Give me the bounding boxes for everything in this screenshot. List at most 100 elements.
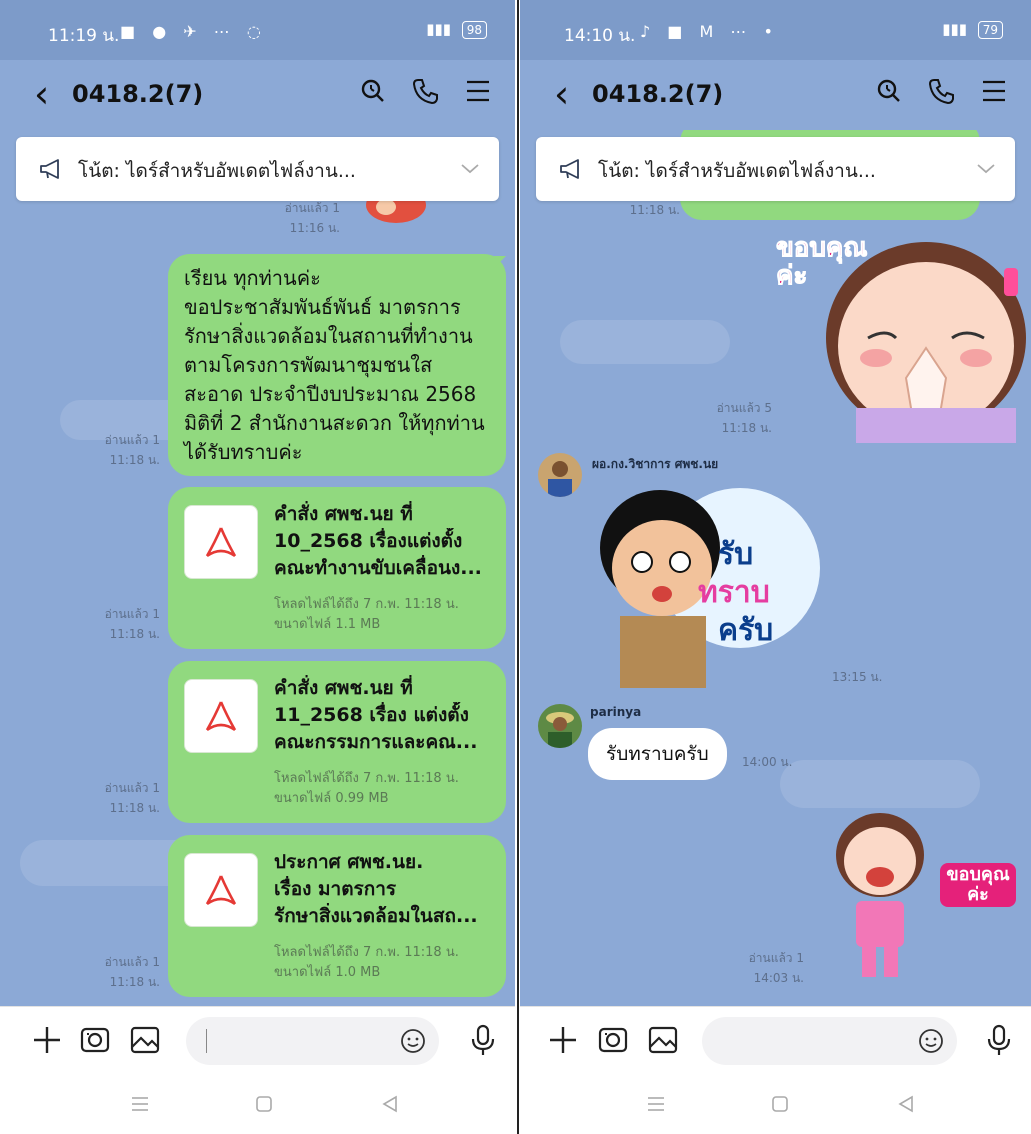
sticker-thank-you[interactable]: ขอบคุณค่ะ bbox=[776, 228, 1031, 443]
emoji-icon[interactable] bbox=[917, 1027, 945, 1055]
file-message[interactable]: คำสั่ง ศพช.นย ที่ 10_2568 เรื่องแต่งตั้ง… bbox=[168, 487, 506, 649]
camera-icon[interactable] bbox=[596, 1023, 630, 1057]
pdf-icon bbox=[184, 853, 258, 927]
message-meta: อ่านแล้ว 1 11:18 น. bbox=[60, 778, 160, 818]
emoji-icon[interactable] bbox=[399, 1027, 427, 1055]
battery-icon: 79 bbox=[977, 21, 1003, 39]
file-message[interactable]: ประกาศ ศพช.นย. เรื่อง มาตรการ รักษาสิ่งแ… bbox=[168, 835, 506, 997]
chevron-down-icon[interactable] bbox=[975, 157, 997, 179]
file-message[interactable]: คำสั่ง ศพช.นย ที่ 11_2568 เรื่อง แต่งตั้… bbox=[168, 661, 506, 823]
read-receipt: อ่านแล้ว 1 bbox=[104, 433, 160, 447]
message-time: 11:16 น. bbox=[289, 221, 340, 235]
pinned-note-text: โน้ต: ไดร์สำหรับอัพเดตไฟล์งาน... bbox=[598, 160, 876, 182]
sender-name: ผอ.กง.วิชาการ ศพช.นย bbox=[592, 457, 719, 471]
message-line: ขอประชาสัมพันธ์พันธ์ มาตรการ bbox=[184, 295, 461, 319]
message-time: 11:18 น. bbox=[721, 421, 772, 435]
search-icon[interactable] bbox=[358, 76, 388, 106]
image-icon[interactable] bbox=[646, 1023, 680, 1057]
file-download-deadline: โหลดไฟล์ได้ถึง 7 ก.พ. 11:18 น. bbox=[274, 771, 459, 786]
message-meta: อ่านแล้ว 5 11:18 น. bbox=[670, 398, 772, 438]
back-nav-icon[interactable] bbox=[894, 1092, 918, 1116]
pinned-note-text: โน้ต: ไดร์สำหรับอัพเดตไฟล์งาน... bbox=[78, 160, 356, 182]
avatar[interactable] bbox=[538, 704, 582, 748]
file-name-line: คำสั่ง ศพช.นย ที่ bbox=[274, 503, 413, 525]
home-icon[interactable] bbox=[252, 1092, 276, 1116]
battery-icon: 98 bbox=[461, 21, 487, 39]
message-time-partial: 11:18 น. bbox=[580, 200, 680, 220]
image-icon[interactable] bbox=[128, 1023, 162, 1057]
plus-icon[interactable] bbox=[30, 1023, 64, 1057]
phone-screen-left: 11:19 น. ■ ● ✈ ⋯ ◌ ▮▮▮ 98 ‹ 0418.2(7) โน… bbox=[0, 0, 515, 1134]
back-icon[interactable]: ‹ bbox=[554, 72, 569, 116]
camera-icon[interactable] bbox=[78, 1023, 112, 1057]
signal-battery: ▮▮▮ 98 bbox=[426, 20, 487, 39]
message-meta: อ่านแล้ว 1 14:03 น. bbox=[704, 948, 804, 988]
sticker-text: ขอบคุณค่ะ bbox=[776, 233, 868, 291]
message-time: 14:03 น. bbox=[753, 971, 804, 985]
pdf-icon bbox=[184, 679, 258, 753]
background-cloud bbox=[560, 320, 730, 364]
status-bar: 14:10 น. ♪ ■ M ⋯ • ▮▮▮ 79 bbox=[520, 0, 1031, 60]
chat-header: ‹ 0418.2(7) bbox=[0, 60, 515, 130]
status-time: 11:19 น. bbox=[48, 26, 120, 46]
system-nav-bar bbox=[520, 1074, 1031, 1134]
message-meta: อ่านแล้ว 1 11:16 น. bbox=[240, 198, 340, 238]
chat-header: ‹ 0418.2(7) bbox=[520, 60, 1031, 130]
status-time: 14:10 น. bbox=[564, 26, 636, 46]
status-bar: 11:19 น. ■ ● ✈ ⋯ ◌ ▮▮▮ 98 bbox=[0, 0, 515, 60]
file-info: โหลดไฟล์ได้ถึง 7 ก.พ. 11:18 น. ขนาดไฟล์ … bbox=[274, 595, 459, 635]
message-input-bar bbox=[0, 1006, 515, 1074]
phone-icon[interactable] bbox=[410, 76, 440, 106]
back-icon[interactable]: ‹ bbox=[34, 72, 49, 116]
message-time: 13:15 น. bbox=[832, 670, 883, 684]
message-line: ตามโครงการพัฒนาชุมชนใส bbox=[184, 353, 433, 377]
menu-icon[interactable] bbox=[979, 76, 1009, 106]
message-time: 11:18 น. bbox=[109, 453, 160, 467]
file-name-line: คำสั่ง ศพช.นย ที่ bbox=[274, 677, 413, 699]
sticker-acknowledge[interactable]: รับ ทราบ ครับ bbox=[590, 478, 830, 688]
recent-apps-icon[interactable] bbox=[128, 1092, 152, 1116]
message-line: เรียน ทุกท่านค่ะ bbox=[184, 266, 321, 290]
home-icon[interactable] bbox=[768, 1092, 792, 1116]
mic-icon[interactable] bbox=[982, 1023, 1016, 1057]
megaphone-icon bbox=[40, 159, 59, 179]
recent-apps-icon[interactable] bbox=[644, 1092, 668, 1116]
incoming-text-message[interactable]: รับทราบครับ bbox=[588, 728, 727, 780]
mic-icon[interactable] bbox=[466, 1023, 500, 1057]
search-icon[interactable] bbox=[874, 76, 904, 106]
message-input[interactable] bbox=[702, 1017, 957, 1065]
megaphone-icon bbox=[560, 159, 579, 179]
pinned-note-banner[interactable]: โน้ต: ไดร์สำหรับอัพเดตไฟล์งาน... bbox=[536, 137, 1015, 201]
file-size: ขนาดไฟล์ 1.1 MB bbox=[274, 617, 381, 632]
plus-icon[interactable] bbox=[546, 1023, 580, 1057]
avatar[interactable] bbox=[538, 453, 582, 497]
phone-icon[interactable] bbox=[926, 76, 956, 106]
message-time: 11:18 น. bbox=[109, 627, 160, 641]
file-info: โหลดไฟล์ได้ถึง 7 ก.พ. 11:18 น. ขนาดไฟล์ … bbox=[274, 943, 459, 983]
sticker-text: รับ ทราบ ครับ bbox=[698, 536, 774, 650]
read-receipt: อ่านแล้ว 1 bbox=[104, 955, 160, 969]
back-nav-icon[interactable] bbox=[378, 1092, 402, 1116]
sticker-text: ขอบคุณค่ะ bbox=[940, 863, 1016, 907]
message-meta: อ่านแล้ว 1 11:18 น. bbox=[60, 604, 160, 644]
read-receipt: อ่านแล้ว 1 bbox=[104, 781, 160, 795]
pinned-note-banner[interactable]: โน้ต: ไดร์สำหรับอัพเดตไฟล์งาน... bbox=[16, 137, 499, 201]
message-time: 14:00 น. bbox=[742, 755, 793, 769]
message-line: รักษาสิ่งแวดล้อมในสถานที่ทำงาน bbox=[184, 324, 473, 348]
sticker-word: ครับ bbox=[718, 613, 774, 648]
message-time: 11:18 น. bbox=[629, 203, 680, 217]
message-meta: อ่านแล้ว 1 11:18 น. bbox=[60, 430, 160, 470]
message-line: มิติที่ 2 สำนักงานสะดวก ให้ทุกท่าน bbox=[184, 411, 485, 435]
chevron-down-icon[interactable] bbox=[459, 157, 481, 179]
message-line: สะอาด ประจำปีงบประมาณ 2568 bbox=[184, 382, 477, 406]
outgoing-text-message[interactable]: เรียน ทุกท่านค่ะ ขอประชาสัมพันธ์พันธ์ มา… bbox=[168, 254, 506, 476]
sender-name: parinya bbox=[590, 705, 642, 719]
menu-icon[interactable] bbox=[463, 76, 493, 106]
read-receipt: อ่านแล้ว 1 bbox=[104, 607, 160, 621]
sticker-thank-you-girl[interactable]: ขอบคุณค่ะ bbox=[810, 805, 1030, 985]
file-name-line: คณะกรรมการและคณ... bbox=[274, 731, 478, 753]
message-line: ได้รับทราบค่ะ bbox=[184, 440, 303, 464]
message-input[interactable] bbox=[186, 1017, 439, 1065]
file-name: คำสั่ง ศพช.นย ที่ 11_2568 เรื่อง แต่งตั้… bbox=[274, 675, 494, 756]
file-name: ประกาศ ศพช.นย. เรื่อง มาตรการ รักษาสิ่งแ… bbox=[274, 849, 494, 930]
